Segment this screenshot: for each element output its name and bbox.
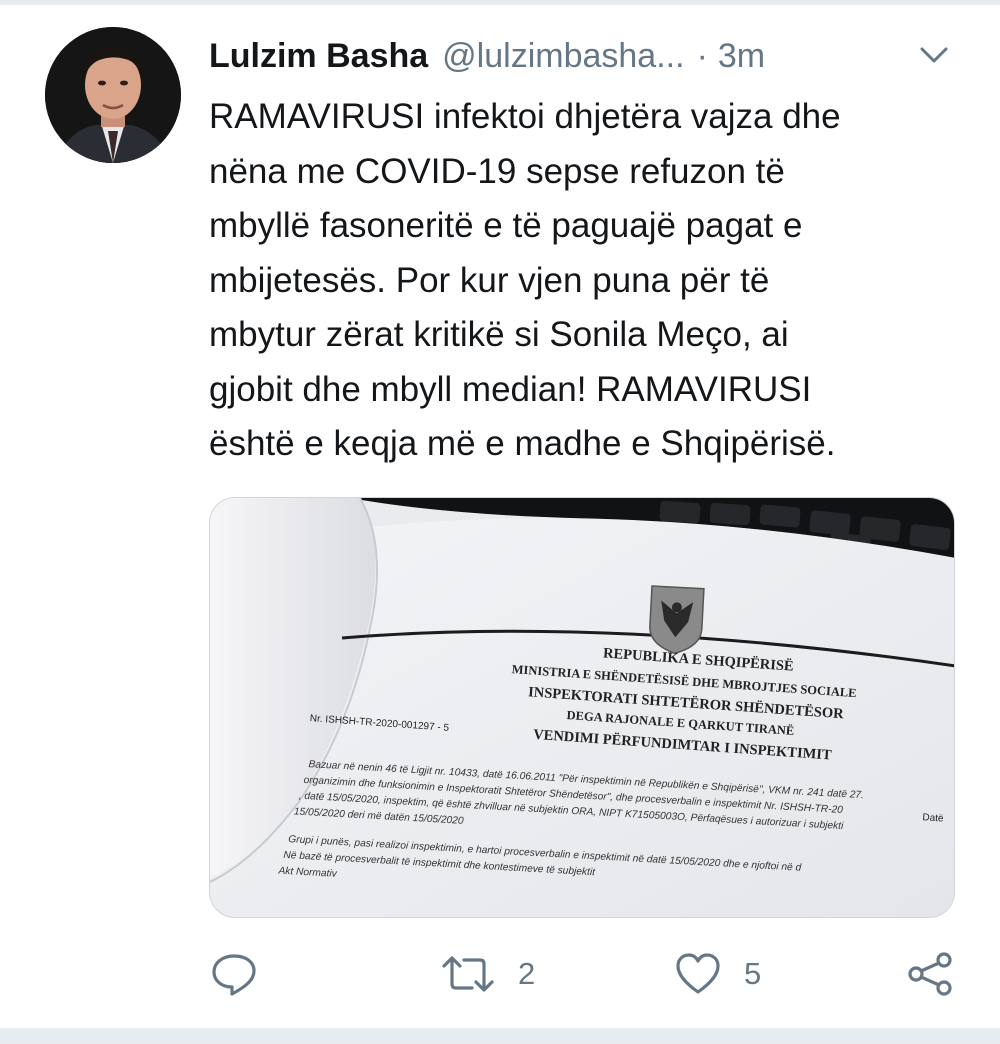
retweet-button[interactable]: 2: [440, 944, 535, 1004]
tweet-actions: 2 5: [0, 944, 1000, 1004]
tweet-header: Lulzim Basha @lulzimbasha... · 3m: [209, 32, 969, 80]
bottom-divider: [0, 1028, 1000, 1044]
tweet-text-line: mbytur zërat kritikë si Sonila Meço, ai: [209, 315, 789, 354]
tweet-text-line: mbijetesës. Por kur vjen puna për të: [209, 260, 770, 300]
doc-date-label: Datë: [922, 812, 944, 824]
tweet-text-line: nëna me COVID-19 sepse refuzon të: [209, 151, 785, 191]
chevron-down-icon: [920, 47, 948, 63]
avatar-photo: [45, 27, 181, 163]
document-photo: REPUBLIKA E SHQIPËRISË MINISTRIA E SHËND…: [210, 498, 954, 917]
top-divider: [0, 0, 1000, 5]
share-button[interactable]: [906, 944, 954, 1004]
author-handle[interactable]: @lulzimbasha...: [442, 37, 684, 76]
separator-dot: ·: [696, 36, 708, 75]
tweet-text-line: RAMAVIRUSI infektoi dhjetëra vajza dhe: [209, 97, 841, 136]
tweet-text: RAMAVIRUSI infektoi dhjetëra vajza dhe n…: [209, 90, 969, 472]
tweet-media-image[interactable]: REPUBLIKA E SHQIPËRISË MINISTRIA E SHËND…: [209, 497, 955, 918]
tweet-text-line: gjobit dhe mbyll median! RAMAVIRUSI: [209, 369, 812, 409]
tweet-text-line: mbyllë fasoneritë e të paguajë pagat e: [209, 206, 803, 245]
tweet-timestamp[interactable]: 3m: [718, 37, 765, 76]
more-options-button[interactable]: [905, 38, 963, 72]
like-button[interactable]: 5: [674, 944, 761, 1004]
like-count: 5: [744, 956, 762, 991]
tweet-text-line: është e keqja më e madhe e Shqipërisë.: [209, 424, 836, 463]
retweet-count: 2: [518, 956, 536, 991]
retweet-icon: [442, 956, 494, 992]
heart-icon: [676, 953, 720, 994]
share-icon: [908, 952, 952, 996]
author-name[interactable]: Lulzim Basha: [209, 37, 428, 76]
reply-button[interactable]: [210, 944, 258, 1004]
reply-icon: [212, 954, 256, 996]
avatar[interactable]: [45, 27, 181, 163]
